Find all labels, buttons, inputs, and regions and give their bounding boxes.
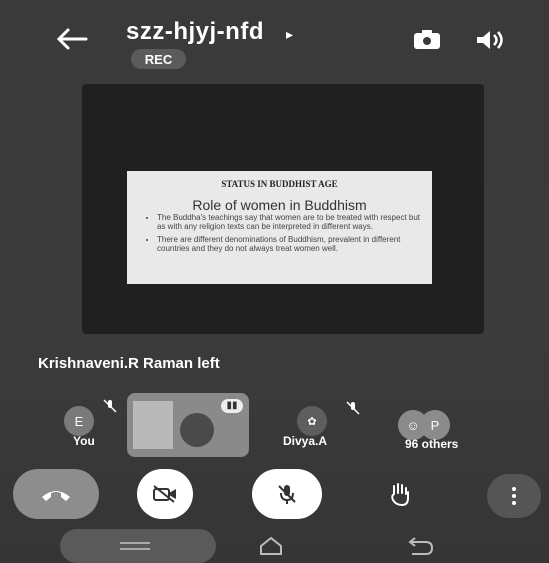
chevron-right-icon[interactable]: ▸ <box>286 26 293 43</box>
slide-heading: STATUS IN BUDDHIST AGE <box>221 179 338 189</box>
mic-off-icon <box>103 399 117 413</box>
divya-label: Divya.A <box>283 434 328 448</box>
home-icon[interactable] <box>259 536 283 556</box>
avatar-p[interactable]: P <box>420 410 450 440</box>
hand-icon <box>391 483 409 507</box>
participant-left-notice: Krishnaveni.R Raman left <box>38 355 220 372</box>
video-background <box>133 401 173 449</box>
more-vertical-icon <box>512 487 516 505</box>
more-options-button[interactable] <box>487 474 541 518</box>
slide-bullets: The Buddha's teachings say that women ar… <box>147 213 427 257</box>
meeting-code[interactable]: szz-hjyj-nfd <box>126 18 264 46</box>
recents-icon[interactable] <box>118 540 152 552</box>
camera-off-icon <box>153 485 176 503</box>
slide-bullet: The Buddha's teachings say that women ar… <box>157 213 427 231</box>
nav-back-icon[interactable] <box>406 536 434 556</box>
back-arrow-icon[interactable] <box>54 26 88 52</box>
shared-slide: STATUS IN BUDDHIST AGE Role of women in … <box>127 171 432 284</box>
slide-bullet: There are different denominations of Bud… <box>157 235 427 253</box>
meet-screen: szz-hjyj-nfd ▸ REC STATUS IN BUDDHIST AG… <box>0 0 549 563</box>
you-label: You <box>73 434 95 448</box>
raise-hand-button[interactable] <box>372 469 428 519</box>
avatar-you[interactable]: E <box>64 406 94 436</box>
video-tile[interactable]: ▮▮ <box>127 393 249 457</box>
mic-off-icon <box>278 485 296 504</box>
audio-level-icon: ▮▮ <box>221 399 243 413</box>
end-call-button[interactable] <box>13 469 99 519</box>
mic-off-icon <box>346 401 360 415</box>
slide-title: Role of women in Buddhism <box>192 197 367 213</box>
switch-camera-icon[interactable] <box>412 28 442 52</box>
avatar-divya[interactable]: ✿ <box>297 406 327 436</box>
camera-off-button[interactable] <box>137 469 193 519</box>
mic-off-button[interactable] <box>252 469 322 519</box>
others-label[interactable]: 96 others <box>405 437 458 451</box>
rec-badge: REC <box>131 49 186 69</box>
video-person <box>180 413 214 447</box>
phone-hangup-icon <box>42 491 70 501</box>
speaker-icon[interactable] <box>474 28 506 52</box>
